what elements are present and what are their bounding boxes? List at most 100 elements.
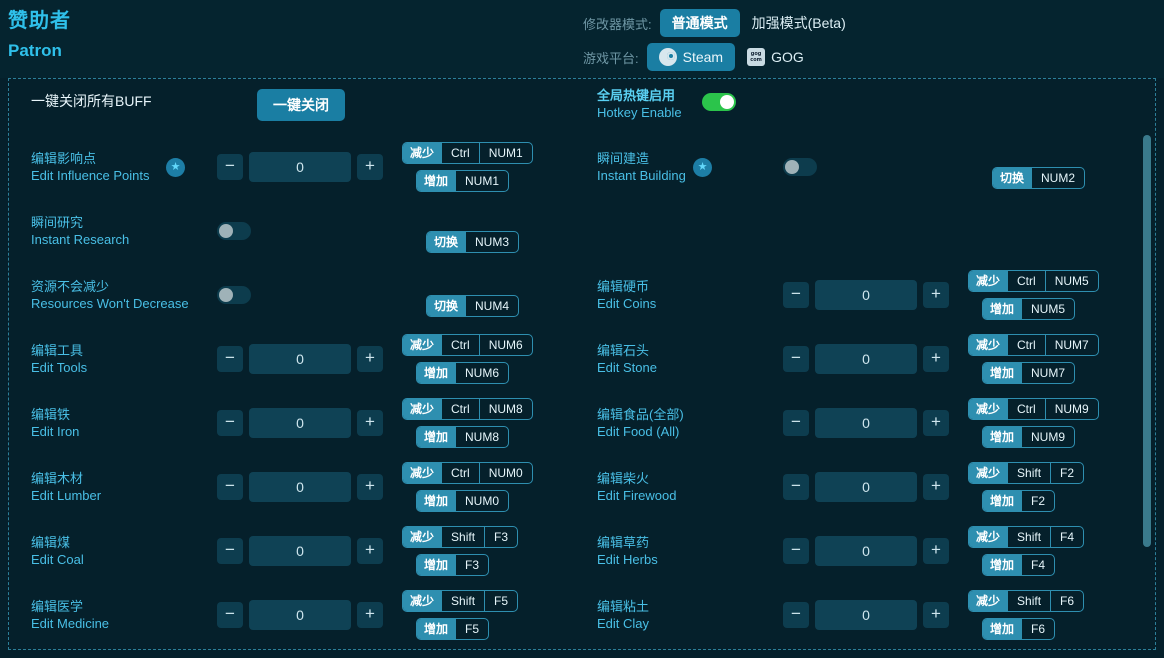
hotkey-group: 减少CtrlNUM5 增加NUM5 bbox=[968, 270, 1099, 320]
value-input[interactable]: 0 bbox=[249, 600, 351, 630]
mode-option-enhanced[interactable]: 加强模式(Beta) bbox=[740, 9, 858, 37]
hotkey-dec[interactable]: 减少CtrlNUM8 bbox=[402, 398, 533, 420]
panel-scrollbar-thumb[interactable] bbox=[1143, 135, 1151, 547]
hotkey-key: F2 bbox=[1021, 491, 1054, 511]
hotkey-dec[interactable]: 减少CtrlNUM7 bbox=[968, 334, 1099, 356]
increment-button[interactable]: + bbox=[923, 538, 949, 564]
decrement-button[interactable]: − bbox=[783, 282, 809, 308]
decrement-button[interactable]: − bbox=[217, 538, 243, 564]
hotkey-dec[interactable]: 减少CtrlNUM0 bbox=[402, 462, 533, 484]
value-input[interactable]: 0 bbox=[815, 472, 917, 502]
hotkey-inc[interactable]: 增加NUM9 bbox=[982, 426, 1075, 448]
increment-button[interactable]: + bbox=[357, 474, 383, 500]
hotkey-dec[interactable]: 减少CtrlNUM1 bbox=[402, 142, 533, 164]
increment-button[interactable]: + bbox=[923, 602, 949, 628]
value-input[interactable]: 0 bbox=[815, 280, 917, 310]
hotkey-inc[interactable]: 增加F2 bbox=[982, 490, 1055, 512]
option-label-cn: 编辑食品(全部) bbox=[597, 406, 747, 423]
hotkey-inc[interactable]: 增加NUM0 bbox=[416, 490, 509, 512]
option-label: 编辑柴火Edit Firewood bbox=[597, 470, 747, 504]
value-input[interactable]: 0 bbox=[249, 152, 351, 182]
decrement-button[interactable]: − bbox=[783, 474, 809, 500]
hotkey-dec[interactable]: 减少ShiftF2 bbox=[968, 462, 1084, 484]
hotkey-tag: 减少 bbox=[403, 591, 441, 611]
hotkey-inc[interactable]: 增加NUM6 bbox=[416, 362, 509, 384]
decrement-button[interactable]: − bbox=[217, 474, 243, 500]
hotkey-tag: 切换 bbox=[427, 232, 465, 252]
increment-button[interactable]: + bbox=[923, 410, 949, 436]
hotkey-inc-holder: 增加F6 bbox=[968, 618, 1084, 640]
hotkey-inc[interactable]: 增加F3 bbox=[416, 554, 489, 576]
hotkey-inc[interactable]: 增加NUM1 bbox=[416, 170, 509, 192]
platform-option-gog[interactable]: gog com GOG bbox=[735, 43, 816, 71]
hotkey-inc[interactable]: 增加F4 bbox=[982, 554, 1055, 576]
increment-button[interactable]: + bbox=[357, 154, 383, 180]
hotkey-dec[interactable]: 减少CtrlNUM6 bbox=[402, 334, 533, 356]
toggle-knob bbox=[219, 288, 233, 302]
decrement-button[interactable]: − bbox=[217, 346, 243, 372]
value-input[interactable]: 0 bbox=[815, 408, 917, 438]
increment-button[interactable]: + bbox=[357, 410, 383, 436]
hotkey-dec[interactable]: 减少CtrlNUM9 bbox=[968, 398, 1099, 420]
hotkey-inc[interactable]: 增加NUM7 bbox=[982, 362, 1075, 384]
increment-button[interactable]: + bbox=[357, 602, 383, 628]
hotkey-key: Ctrl bbox=[1007, 271, 1045, 291]
hotkey-inc[interactable]: 增加NUM8 bbox=[416, 426, 509, 448]
value-input[interactable]: 0 bbox=[815, 600, 917, 630]
option-toggle[interactable] bbox=[783, 158, 817, 176]
disable-all-buffs-button[interactable]: 一键关闭 bbox=[257, 89, 345, 121]
hotkey-dec[interactable]: 减少ShiftF4 bbox=[968, 526, 1084, 548]
value-input[interactable]: 0 bbox=[815, 344, 917, 374]
hotkey-inc[interactable]: 增加NUM5 bbox=[982, 298, 1075, 320]
hotkey-dec[interactable]: 减少ShiftF6 bbox=[968, 590, 1084, 612]
option-row: 编辑食品(全部)Edit Food (All)−0+减少CtrlNUM9增加NU… bbox=[575, 391, 1141, 455]
hotkey-tgl[interactable]: 切换NUM3 bbox=[426, 231, 519, 253]
hotkey-key: F2 bbox=[1050, 463, 1083, 483]
hotkey-enable-toggle[interactable] bbox=[702, 93, 736, 111]
option-label-en: Edit Herbs bbox=[597, 551, 747, 568]
mode-option-normal[interactable]: 普通模式 bbox=[660, 9, 740, 37]
hotkey-key: NUM0 bbox=[479, 463, 532, 483]
value-stepper: −0+ bbox=[217, 472, 383, 502]
platform-option-steam[interactable]: Steam bbox=[647, 43, 735, 71]
panel-scrollbar[interactable] bbox=[1143, 79, 1151, 650]
hotkey-key: F4 bbox=[1050, 527, 1083, 547]
value-stepper: −0+ bbox=[217, 344, 383, 374]
decrement-button[interactable]: − bbox=[783, 346, 809, 372]
option-toggle[interactable] bbox=[217, 222, 251, 240]
option-label-en: Edit Medicine bbox=[31, 615, 181, 632]
increment-button[interactable]: + bbox=[923, 346, 949, 372]
option-label: 编辑石头Edit Stone bbox=[597, 342, 747, 376]
value-input[interactable]: 0 bbox=[249, 408, 351, 438]
decrement-button[interactable]: − bbox=[783, 410, 809, 436]
value-input[interactable]: 0 bbox=[249, 536, 351, 566]
hotkey-dec[interactable]: 减少ShiftF3 bbox=[402, 526, 518, 548]
decrement-button[interactable]: − bbox=[217, 154, 243, 180]
option-toggle[interactable] bbox=[217, 286, 251, 304]
increment-button[interactable]: + bbox=[923, 474, 949, 500]
increment-button[interactable]: + bbox=[923, 282, 949, 308]
hotkey-inc-holder: 增加NUM0 bbox=[402, 490, 533, 512]
hotkey-tgl[interactable]: 切换NUM2 bbox=[992, 167, 1085, 189]
hotkey-tag: 增加 bbox=[983, 555, 1021, 575]
value-input[interactable]: 0 bbox=[249, 344, 351, 374]
increment-button[interactable]: + bbox=[357, 346, 383, 372]
hotkey-inc-holder: 增加NUM5 bbox=[968, 298, 1099, 320]
decrement-button[interactable]: − bbox=[783, 538, 809, 564]
hotkey-dec[interactable]: 减少CtrlNUM5 bbox=[968, 270, 1099, 292]
option-label-cn: 编辑工具 bbox=[31, 342, 181, 359]
decrement-button[interactable]: − bbox=[217, 410, 243, 436]
hotkey-key: NUM6 bbox=[479, 335, 532, 355]
decrement-button[interactable]: − bbox=[783, 602, 809, 628]
hotkey-key: NUM5 bbox=[1021, 299, 1074, 319]
decrement-button[interactable]: − bbox=[217, 602, 243, 628]
value-input[interactable]: 0 bbox=[249, 472, 351, 502]
value-stepper: −0+ bbox=[783, 536, 949, 566]
hotkey-tgl[interactable]: 切换NUM4 bbox=[426, 295, 519, 317]
hotkey-enable-row: 全局热键启用Hotkey Enable bbox=[575, 79, 1141, 135]
value-input[interactable]: 0 bbox=[815, 536, 917, 566]
increment-button[interactable]: + bbox=[357, 538, 383, 564]
hotkey-inc[interactable]: 增加F6 bbox=[982, 618, 1055, 640]
hotkey-dec[interactable]: 减少ShiftF5 bbox=[402, 590, 518, 612]
hotkey-inc[interactable]: 增加F5 bbox=[416, 618, 489, 640]
